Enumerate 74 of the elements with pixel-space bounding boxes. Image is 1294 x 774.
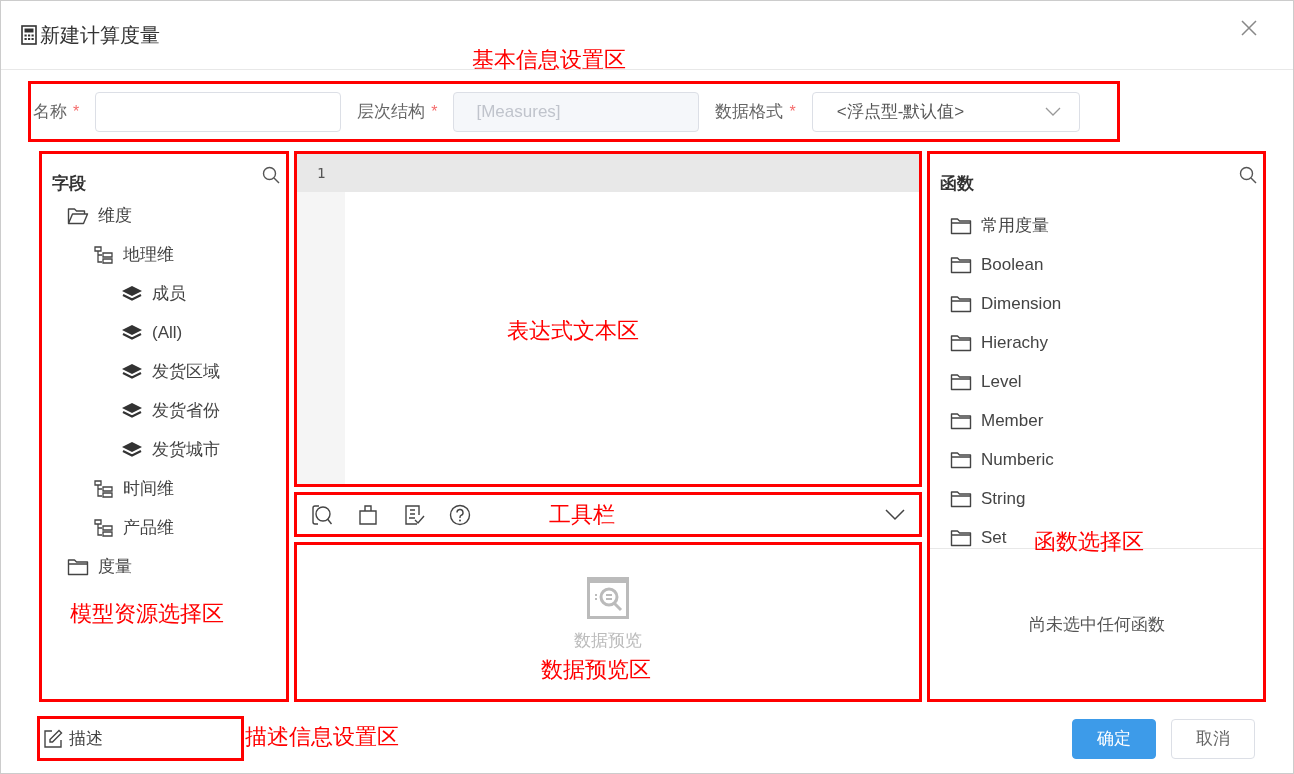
- description-button[interactable]: 描述: [37, 716, 244, 761]
- annotation-label: 工具栏: [549, 500, 615, 529]
- dialog-title: 新建计算度量: [40, 22, 160, 48]
- field-label: 数据格式: [715, 101, 784, 123]
- folder-icon: [950, 411, 972, 430]
- open-folder-icon: [67, 206, 89, 225]
- empty-message: 尚未选中任何函数: [1028, 613, 1165, 636]
- annotation-label: 数据预览区: [541, 656, 651, 684]
- annotation-label: 函数选择区: [1034, 528, 1144, 556]
- annotation-label: 模型资源选择区: [70, 600, 224, 628]
- tree-item[interactable]: 发货区域: [121, 352, 220, 391]
- help-icon[interactable]: [449, 503, 471, 526]
- tree-item[interactable]: 维度: [67, 196, 132, 235]
- tree-item[interactable]: 发货城市: [121, 430, 220, 469]
- hierarchy-icon: [94, 245, 114, 264]
- tree-item[interactable]: 地理维: [94, 235, 174, 274]
- folder-icon: [950, 372, 972, 391]
- folder-icon: [950, 216, 972, 235]
- chevron-down-icon: [1044, 106, 1061, 117]
- tree-item[interactable]: 度量: [67, 547, 132, 586]
- function-category[interactable]: Boolean: [950, 245, 1044, 284]
- folder-icon: [950, 333, 972, 352]
- field-label: 名称: [33, 101, 67, 123]
- calculator-icon: [21, 25, 37, 45]
- function-category[interactable]: String: [950, 479, 1026, 518]
- tree-item[interactable]: (All): [121, 313, 183, 352]
- function-category[interactable]: Hierachy: [950, 323, 1049, 362]
- function-category[interactable]: Dimension: [950, 284, 1062, 323]
- search-icon[interactable]: [1239, 166, 1257, 184]
- clipboard-icon[interactable]: [357, 503, 379, 526]
- folder-icon: [950, 489, 972, 508]
- tree-item[interactable]: 发货省份: [121, 391, 220, 430]
- annotation-label: 描述信息设置区: [245, 723, 399, 751]
- function-category[interactable]: Numberic: [950, 440, 1054, 479]
- document-check-icon[interactable]: [403, 503, 425, 526]
- layers-icon: [121, 401, 143, 420]
- folder-icon: [950, 255, 972, 274]
- cancel-button[interactable]: 取消: [1171, 718, 1255, 759]
- required-mark: *: [73, 102, 80, 121]
- layers-icon: [121, 284, 143, 303]
- tree-item[interactable]: 成员: [121, 274, 186, 313]
- folder-icon: [950, 294, 972, 313]
- required-mark: *: [789, 102, 796, 121]
- search-icon[interactable]: [262, 166, 280, 184]
- hierarchy-icon: [94, 518, 114, 537]
- preview-search-icon[interactable]: [311, 503, 333, 526]
- function-category[interactable]: Set: [950, 518, 1007, 548]
- panel-title: 字段: [52, 173, 86, 195]
- layers-icon: [121, 440, 143, 459]
- empty-state-text: 数据预览: [574, 630, 642, 652]
- close-icon[interactable]: [1241, 20, 1257, 36]
- format-select[interactable]: <浮点型-默认值>: [811, 91, 1080, 132]
- layers-icon: [121, 362, 143, 381]
- layers-icon: [121, 323, 143, 342]
- function-category[interactable]: Level: [950, 362, 1022, 401]
- tree-item[interactable]: 产品维: [94, 508, 174, 547]
- annotation-label: 基本信息设置区: [472, 46, 626, 74]
- line-number: 1: [297, 154, 345, 192]
- function-category[interactable]: Member: [950, 401, 1044, 440]
- panel-title: 函数: [940, 173, 974, 195]
- folder-icon: [67, 557, 89, 576]
- chevron-down-icon[interactable]: [885, 508, 905, 521]
- required-mark: *: [431, 102, 438, 121]
- input-field[interactable]: [95, 91, 342, 132]
- folder-icon: [950, 528, 972, 547]
- tree-item[interactable]: 时间维: [94, 469, 174, 508]
- function-category[interactable]: 常用度量: [950, 206, 1049, 245]
- preview-placeholder-icon: [587, 577, 629, 619]
- edit-icon: [43, 728, 63, 749]
- folder-icon: [950, 450, 972, 469]
- annotation-label: 表达式文本区: [507, 317, 639, 345]
- expression-editor[interactable]: 1 表达式文本区: [294, 151, 922, 487]
- field-label: 层次结构: [357, 101, 426, 123]
- hierarchy-icon: [94, 479, 114, 498]
